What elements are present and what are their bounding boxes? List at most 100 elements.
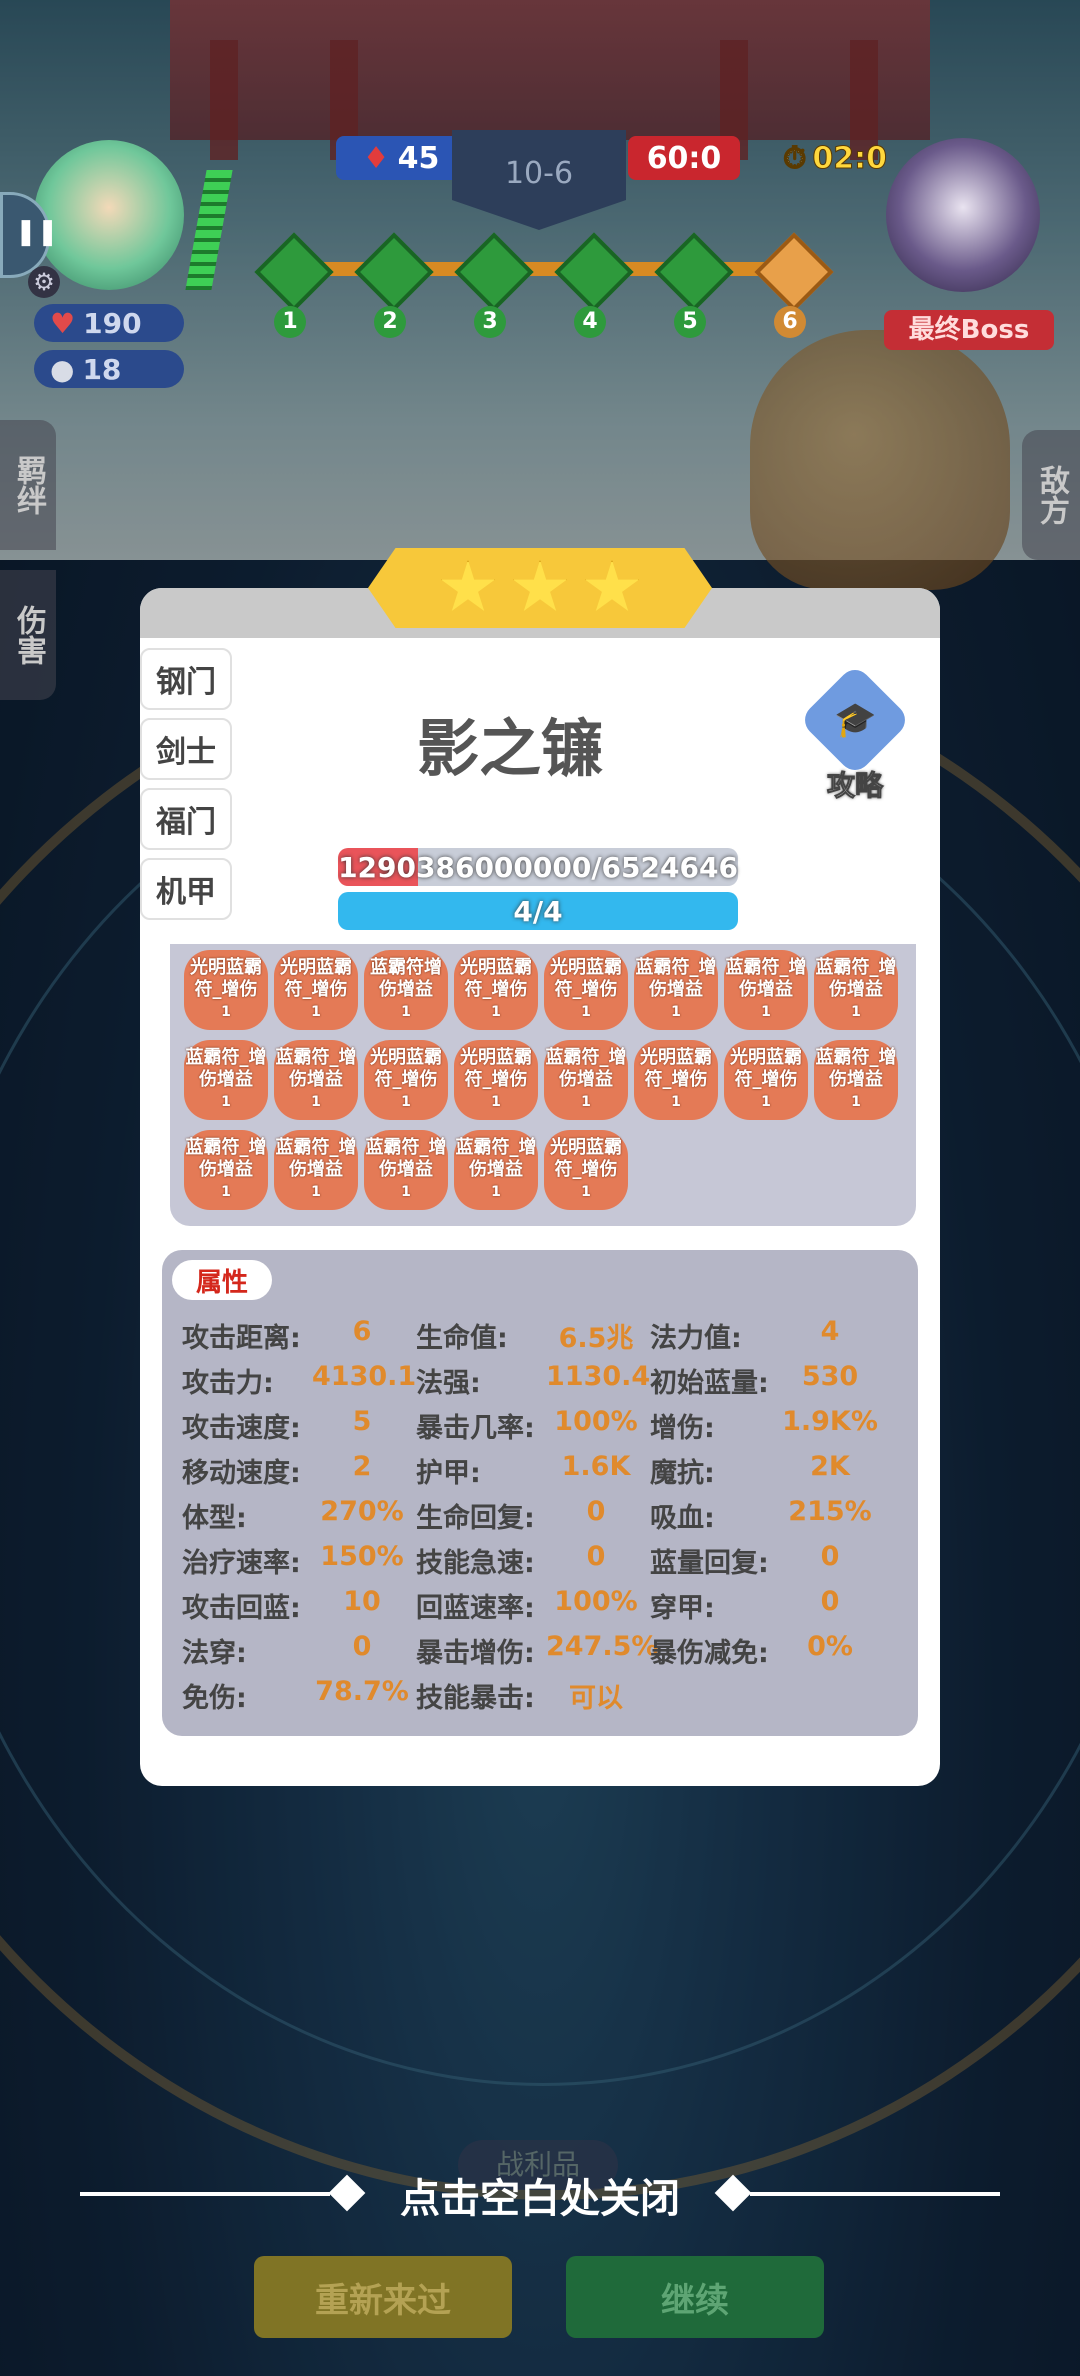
player-coins-value: 18 [82,352,122,386]
attribute-cell: 魔抗: 2K [650,1451,884,1495]
attribute-key: 法穿: [182,1638,247,1669]
buff-count: 1 [491,1094,501,1110]
buff-icon[interactable]: 蓝霸符_增伤增益 1 [814,950,898,1030]
buff-count: 1 [581,1094,591,1110]
trait-tab[interactable]: 剑士 [140,718,232,780]
path-label-6: 6 [774,306,806,338]
buff-icon[interactable]: 蓝霸符_增伤增益 1 [814,1040,898,1120]
buff-label: 光明蓝霸符_增伤 [190,957,262,1000]
attribute-cell: 暴伤减免: 0% [650,1631,884,1675]
buff-icon[interactable]: 光明蓝霸符_增伤 1 [454,950,538,1030]
buff-panel: 光明蓝霸符_增伤 1 光明蓝霸符_增伤 1 蓝霸符增伤增益 1 光明蓝霸符_增伤 1 光明蓝霸符… [170,944,916,1226]
buff-icon[interactable]: 蓝霸符_增伤增益 1 [184,1040,268,1120]
attribute-key: 初始蓝量: [650,1368,769,1399]
buff-icon[interactable]: 蓝霸符_增伤增益 1 [724,950,808,1030]
attribute-cell: 蓝量回复: 0 [650,1541,884,1585]
attribute-row: 体型: 270% 生命回复: 0 吸血: 215% [182,1496,884,1540]
buff-count: 1 [761,1094,771,1110]
boss-avatar[interactable] [886,138,1040,292]
pause-icon: ❚❚ [15,217,59,247]
buff-count: 1 [401,1004,411,1020]
guide-button[interactable]: 🎓 攻略 [798,663,912,804]
buff-icon[interactable]: 光明蓝霸符_增伤 1 [544,950,628,1030]
timer-value: 02:0 [812,140,888,176]
buff-icon[interactable]: 光明蓝霸符_增伤 1 [544,1130,628,1210]
attribute-cell: 攻击回蓝: 10 [182,1586,416,1630]
attribute-cell: 回蓝速率: 100% [416,1586,650,1630]
continue-button[interactable]: 继续 [566,2256,824,2338]
attribute-value: 0 [586,1541,606,1572]
buff-icon[interactable]: 光明蓝霸符_增伤 1 [364,1040,448,1120]
retry-button[interactable]: 重新来过 [254,2256,512,2338]
buff-label: 蓝霸符_增伤增益 [635,957,717,1000]
attribute-cell: 法穿: 0 [182,1631,416,1675]
attribute-value: 215% [788,1496,872,1527]
buff-count: 1 [221,1094,231,1110]
buff-icon[interactable]: 光明蓝霸符_增伤 1 [634,1040,718,1120]
attribute-cell: 穿甲: 0 [650,1586,884,1630]
attribute-cell: 护甲: 1.6K [416,1451,650,1495]
attribute-value: 0 [820,1541,840,1572]
path-label-4: 4 [574,306,606,338]
hp-bar: 1290386000000/6524646 [338,848,738,886]
attribute-cell: 生命值: 6.5兆 [416,1316,650,1360]
blood-counter: ♦ 45 [336,136,466,180]
buff-count: 1 [311,1094,321,1110]
trait-tab[interactable]: 福门 [140,788,232,850]
buff-icon[interactable]: 蓝霸符_增伤增益 1 [184,1130,268,1210]
attribute-key: 攻击回蓝: [182,1593,301,1624]
attribute-key: 吸血: [650,1503,715,1534]
buff-icon[interactable]: 蓝霸符增伤增益 1 [364,950,448,1030]
attribute-cell: 增伤: 1.9K% [650,1406,884,1450]
boss-label: 最终Boss [884,310,1054,350]
buff-icon[interactable]: 蓝霸符_增伤增益 1 [364,1130,448,1210]
buff-icon[interactable]: 光明蓝霸符_增伤 1 [454,1040,538,1120]
buff-icon[interactable]: 光明蓝霸符_增伤 1 [274,950,358,1030]
attribute-cell: 吸血: 215% [650,1496,884,1540]
buff-label: 蓝霸符增伤增益 [370,957,442,1000]
attribute-row: 攻击速度: 5 暴击几率: 100% 增伤: 1.9K% [182,1406,884,1450]
attribute-value: 270% [320,1496,404,1527]
attribute-cell: 法力值: 4 [650,1316,884,1360]
star-icon [513,560,567,611]
attribute-key: 暴击增伤: [416,1638,535,1669]
buff-label: 蓝霸符_增伤增益 [455,1137,537,1180]
bond-tab[interactable]: 羁绊 [0,420,56,550]
attribute-cell: 初始蓝量: 530 [650,1361,884,1405]
buff-label: 光明蓝霸符_增伤 [460,1047,532,1090]
buff-label: 蓝霸符_增伤增益 [815,957,897,1000]
attribute-cell [650,1676,884,1720]
mana-bar: 4/4 [338,892,738,930]
attribute-row: 法穿: 0 暴击增伤: 247.5% 暴伤减免: 0% [182,1631,884,1675]
buff-icon[interactable]: 蓝霸符_增伤增益 1 [544,1040,628,1120]
buff-icon[interactable]: 蓝霸符_增伤增益 1 [454,1130,538,1210]
attribute-cell: 攻击力: 4130.1 [182,1361,416,1405]
mana-bar-value: 4/4 [513,894,563,928]
player-avatar[interactable] [34,140,184,290]
trait-tab[interactable]: 钢门 [140,648,232,710]
buff-count: 1 [221,1184,231,1200]
attribute-value: 2K [810,1451,850,1482]
buff-count: 1 [491,1184,501,1200]
buff-icon[interactable]: 光明蓝霸符_增伤 1 [184,950,268,1030]
buff-icon[interactable]: 蓝霸符_增伤增益 1 [274,1130,358,1210]
trait-tab[interactable]: 机甲 [140,858,232,920]
enemy-tab[interactable]: 敌方 [1022,430,1080,560]
gear-icon[interactable]: ⚙ [28,266,60,298]
damage-tab[interactable]: 伤害 [0,570,56,700]
hero-detail-modal: 钢门 剑士 福门 机甲 影之镰 🎓 攻略 1290386000000/65246… [140,548,940,1786]
buff-label: 光明蓝霸符_增伤 [280,957,352,1000]
attribute-cell: 技能急速: 0 [416,1541,650,1585]
buff-icon[interactable]: 蓝霸符_增伤增益 1 [274,1040,358,1120]
attribute-cell: 生命回复: 0 [416,1496,650,1540]
attribute-value: 6 [352,1316,372,1347]
attribute-value: 0 [352,1631,372,1662]
attribute-key: 技能急速: [416,1548,535,1579]
buff-count: 1 [581,1004,591,1020]
attribute-key: 暴伤减免: [650,1638,769,1669]
attribute-value: 0% [807,1631,853,1662]
attribute-panel: 属性 攻击距离: 6 生命值: 6.5兆 法力值: 4 攻击力: 4130.1 法强: 1130.… [162,1250,918,1736]
star-rating [368,548,712,628]
buff-icon[interactable]: 蓝霸符_增伤增益 1 [634,950,718,1030]
buff-icon[interactable]: 光明蓝霸符_增伤 1 [724,1040,808,1120]
